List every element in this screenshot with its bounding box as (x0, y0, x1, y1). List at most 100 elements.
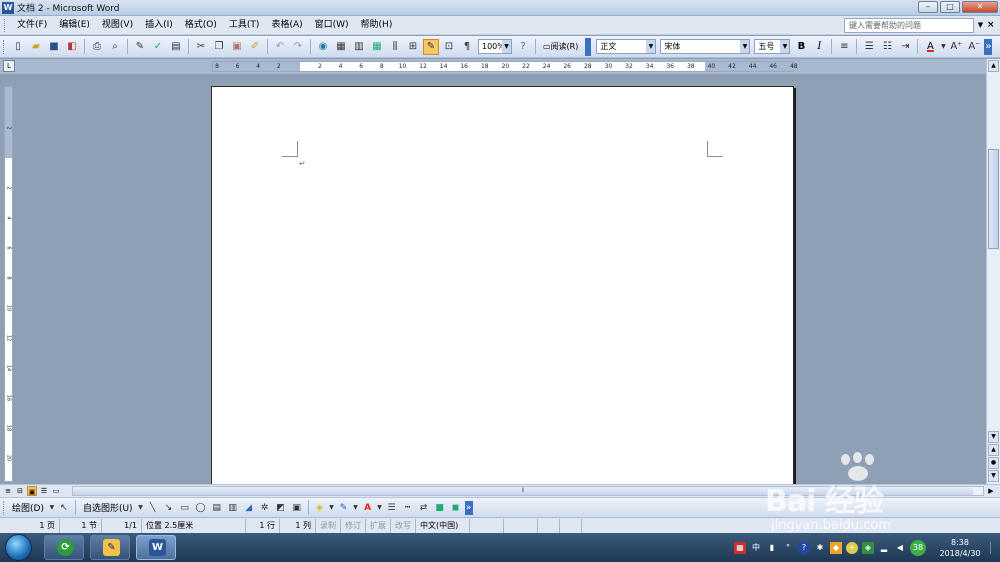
font-color2-dropdown-icon[interactable]: ▼ (377, 501, 383, 515)
insert-excel-icon[interactable]: ▦ (369, 39, 385, 55)
bold-button[interactable]: B (793, 39, 809, 55)
ime-mode-icon[interactable]: 中 (750, 542, 762, 554)
print-layout-icon[interactable]: ▣ (27, 486, 37, 496)
show-hide-icon[interactable]: ¶ (459, 39, 475, 55)
columns-icon[interactable]: ⫼ (387, 39, 403, 55)
fill-color-dropdown-icon[interactable]: ▼ (329, 501, 335, 515)
autoshapes-button[interactable]: 自选图形(U) (79, 501, 137, 514)
ime-shape-icon[interactable]: ▮ (766, 542, 778, 554)
wordart-icon[interactable]: ◢ (242, 501, 256, 515)
outline-view-icon[interactable]: ☰ (39, 486, 49, 496)
status-trk[interactable]: 修订 (341, 518, 366, 533)
font-dropdown-icon[interactable]: ▼ (740, 40, 750, 53)
menu-format[interactable]: 格式(O) (179, 16, 223, 35)
print-icon[interactable]: ⎙ (89, 39, 105, 55)
reading-view-icon[interactable]: ▭ (51, 486, 61, 496)
drawing-icon[interactable]: ⊞ (405, 39, 421, 55)
zoom-select[interactable]: 100% ▼ (478, 39, 512, 54)
next-page-button[interactable]: ▼ (988, 470, 999, 482)
font-color-icon[interactable]: A (361, 501, 375, 515)
italic-button[interactable]: I (811, 39, 827, 55)
drawbar-grip[interactable] (3, 500, 6, 515)
document-page[interactable]: ↵ (211, 86, 794, 484)
insert-picture-icon[interactable]: ▣ (290, 501, 304, 515)
style-dropdown-icon[interactable]: ▼ (646, 40, 656, 53)
line-color-dropdown-icon[interactable]: ▼ (353, 501, 359, 515)
font-color-dropdown-icon[interactable]: ▼ (940, 39, 946, 55)
tray-badge[interactable]: 38 (910, 539, 926, 556)
save-icon[interactable]: ■ (46, 39, 62, 55)
word-app-icon[interactable]: W (2, 1, 14, 14)
menu-tools[interactable]: 工具(T) (223, 16, 266, 35)
toolbar-options-icon[interactable]: » (984, 38, 993, 55)
autoshapes-dropdown-icon[interactable]: ▼ (138, 501, 144, 515)
research-book-icon[interactable]: ▤ (168, 39, 184, 55)
read-mode-button[interactable]: ▭ 阅读(R) (539, 39, 582, 55)
normal-view-icon[interactable]: ≡ (3, 486, 13, 496)
tray-app-icon[interactable]: ◆ (830, 541, 842, 554)
network-icon[interactable]: ▂ (878, 542, 890, 554)
scroll-right-button[interactable]: ▶ (986, 486, 996, 496)
arrow-icon[interactable]: ↘ (162, 501, 176, 515)
vertical-scrollbar[interactable]: ▲ ▼ ▲ ● ▼ (986, 59, 1000, 484)
menu-insert[interactable]: 插入(I) (139, 16, 179, 35)
volume-icon[interactable]: ◀ (894, 542, 906, 554)
dash-style-icon[interactable]: ┅ (401, 501, 415, 515)
vertical-ruler[interactable]: 2 2 4 6 8 10 12 14 16 18 20 (4, 86, 13, 482)
horizontal-scrollbar[interactable]: ⦀ (72, 486, 984, 496)
print-preview-icon[interactable]: ⌕ (107, 39, 123, 55)
help-tray-icon[interactable]: ? (798, 541, 810, 554)
menu-window[interactable]: 窗口(W) (309, 16, 355, 35)
oval-icon[interactable]: ◯ (194, 501, 208, 515)
justify-icon[interactable]: ≡ (836, 39, 852, 55)
numbering-icon[interactable]: ☰ (861, 39, 877, 55)
line-icon[interactable]: ╲ (146, 501, 160, 515)
font-select[interactable]: 宋体 ▼ (660, 39, 751, 54)
close-window-button[interactable]: ✕ (962, 1, 998, 13)
help-search-input[interactable]: 键入需要帮助的问题 (844, 18, 974, 33)
indent-icon[interactable]: ⇥ (897, 39, 913, 55)
toolbar-grip[interactable] (3, 39, 6, 54)
tables-borders-icon[interactable]: ▦ (333, 39, 349, 55)
zoom-dropdown-icon[interactable]: ▼ (502, 40, 511, 53)
font-color-button[interactable]: A (922, 39, 938, 55)
arrow-style-icon[interactable]: ⇄ (417, 501, 431, 515)
help-icon[interactable]: ? (515, 39, 531, 55)
taskbar-word-app[interactable]: W (136, 535, 176, 560)
hyperlink-icon[interactable]: ◉ (315, 39, 331, 55)
tab-selector[interactable]: L (3, 60, 15, 72)
style-select[interactable]: 正文 ▼ (596, 39, 657, 54)
grow-font-icon[interactable]: A⁺ (948, 39, 964, 55)
help-dropdown-icon[interactable]: ▼ (975, 18, 986, 33)
paste-icon[interactable]: ▣ (229, 39, 245, 55)
font-size-dropdown-icon[interactable]: ▼ (780, 40, 790, 53)
scroll-down-button[interactable]: ▼ (988, 431, 999, 443)
ime-toolbar-icon[interactable]: ▦ (734, 541, 746, 554)
menu-file[interactable]: 文件(F) (11, 16, 53, 35)
cut-icon[interactable]: ✂ (193, 39, 209, 55)
show-desktop-button[interactable] (990, 541, 998, 554)
document-close-button[interactable]: × (987, 18, 997, 33)
status-rec[interactable]: 录制 (316, 518, 341, 533)
ime-punct-icon[interactable]: ° (782, 542, 794, 554)
bullets-icon[interactable]: ☷ (879, 39, 895, 55)
copy-icon[interactable]: ❐ (211, 39, 227, 55)
document-area[interactable]: ↵ (16, 74, 986, 484)
3d-style-icon[interactable]: ◼ (449, 501, 463, 515)
select-objects-icon[interactable]: ↖ (57, 501, 71, 515)
maximize-button[interactable]: □ (940, 1, 960, 13)
status-ovr[interactable]: 改写 (391, 518, 416, 533)
shadow-style-icon[interactable]: ■ (433, 501, 447, 515)
vertical-scroll-thumb[interactable] (988, 149, 999, 249)
taskbar-app-2[interactable]: ✎ (90, 535, 130, 560)
draw-dropdown-icon[interactable]: ▼ (49, 501, 55, 515)
redo-icon[interactable]: ↷ (290, 39, 306, 55)
drawing-toggle-icon[interactable]: ✎ (423, 38, 439, 55)
undo-icon[interactable]: ↶ (272, 39, 288, 55)
menu-edit[interactable]: 编辑(E) (53, 16, 96, 35)
line-color-icon[interactable]: ✎ (337, 501, 351, 515)
draw-menu-button[interactable]: 绘图(D) (8, 501, 48, 514)
permission-icon[interactable]: ◧ (64, 39, 80, 55)
font-size-select[interactable]: 五号 ▼ (754, 39, 791, 54)
format-painter-icon[interactable]: ✐ (247, 39, 263, 55)
